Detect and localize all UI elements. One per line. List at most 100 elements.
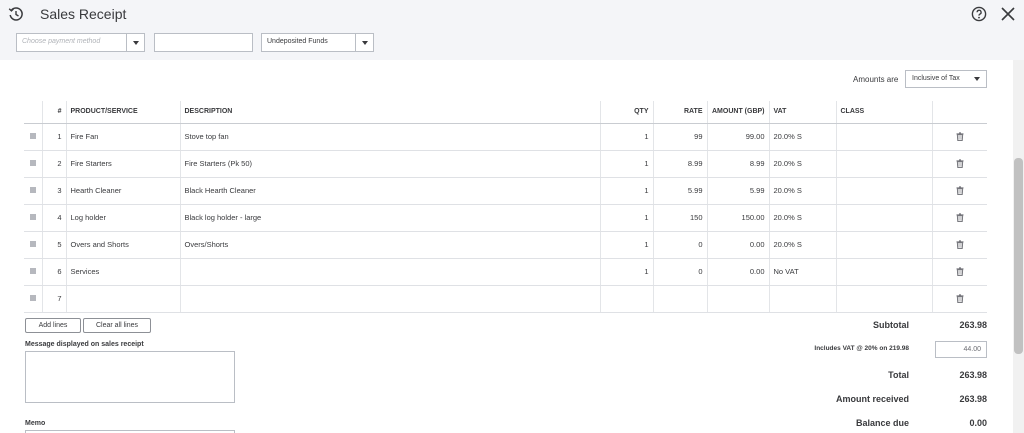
- trash-icon[interactable]: [956, 267, 964, 277]
- delete-line-button[interactable]: [932, 150, 987, 178]
- table-row[interactable]: 4 Log holder Black log holder - large 1 150 1…: [24, 204, 987, 232]
- delete-line-button[interactable]: [932, 204, 987, 232]
- chevron-down-icon[interactable]: [126, 34, 144, 51]
- balance-due-label: Balance due: [855, 418, 909, 428]
- product-cell[interactable]: Log holder: [66, 204, 181, 232]
- trash-icon[interactable]: [956, 240, 964, 250]
- class-cell[interactable]: [836, 231, 933, 259]
- close-icon[interactable]: [1000, 6, 1016, 22]
- product-cell[interactable]: Services: [66, 258, 181, 286]
- trash-icon[interactable]: [956, 294, 964, 304]
- delete-line-button[interactable]: [932, 123, 987, 151]
- qty-cell[interactable]: 1: [600, 258, 654, 286]
- amounts-are-select[interactable]: Inclusive of Tax: [905, 70, 987, 88]
- table-row[interactable]: 7: [24, 285, 987, 313]
- vat-cell[interactable]: No VAT: [769, 258, 837, 286]
- vat-amount-value: 44.00: [963, 346, 981, 353]
- rate-cell[interactable]: 5.99: [653, 177, 708, 205]
- vat-cell[interactable]: 20.0% S: [769, 204, 837, 232]
- subtotal-label: Subtotal: [873, 320, 909, 330]
- drag-handle[interactable]: [24, 177, 43, 205]
- delete-line-button[interactable]: [932, 258, 987, 286]
- vat-cell[interactable]: [769, 285, 837, 313]
- description-cell[interactable]: Black Hearth Cleaner: [180, 177, 601, 205]
- amount-cell[interactable]: 5.99: [707, 177, 770, 205]
- drag-handle[interactable]: [24, 258, 43, 286]
- drag-handle[interactable]: [24, 231, 43, 259]
- rate-cell[interactable]: 150: [653, 204, 708, 232]
- table-row[interactable]: 3 Hearth Cleaner Black Hearth Cleaner 1 5.99…: [24, 177, 987, 205]
- qty-cell[interactable]: 1: [600, 150, 654, 178]
- vat-amount-input[interactable]: 44.00: [935, 341, 987, 358]
- row-number: 1: [42, 123, 67, 151]
- rate-cell[interactable]: 0: [653, 231, 708, 259]
- amount-cell[interactable]: 0.00: [707, 231, 770, 259]
- table-row[interactable]: 6 Services 1 0 0.00 No VAT: [24, 258, 987, 286]
- vat-cell[interactable]: 20.0% S: [769, 123, 837, 151]
- product-cell[interactable]: [66, 285, 181, 313]
- table-row[interactable]: 5 Overs and Shorts Overs/Shorts 1 0 0.00 20.0%…: [24, 231, 987, 259]
- col-number: #: [42, 101, 67, 124]
- drag-handle[interactable]: [24, 150, 43, 178]
- product-cell[interactable]: Hearth Cleaner: [66, 177, 181, 205]
- amount-cell[interactable]: 99.00: [707, 123, 770, 151]
- drag-handle[interactable]: [24, 123, 43, 151]
- amount-received-label: Amount received: [835, 394, 909, 404]
- vat-cell[interactable]: 20.0% S: [769, 231, 837, 259]
- rate-cell[interactable]: 99: [653, 123, 708, 151]
- product-cell[interactable]: Fire Starters: [66, 150, 181, 178]
- help-icon[interactable]: [971, 6, 987, 22]
- qty-cell[interactable]: 1: [600, 204, 654, 232]
- class-cell[interactable]: [836, 150, 933, 178]
- table-row[interactable]: 2 Fire Starters Fire Starters (Pk 50) 1 8.99…: [24, 150, 987, 178]
- payment-method-select[interactable]: Choose payment method: [16, 33, 145, 52]
- product-cell[interactable]: Overs and Shorts: [66, 231, 181, 259]
- deposit-to-select[interactable]: Undeposited Funds: [261, 33, 374, 52]
- rate-cell[interactable]: 8.99: [653, 150, 708, 178]
- rate-cell[interactable]: [653, 285, 708, 313]
- amount-cell[interactable]: 0.00: [707, 258, 770, 286]
- drag-handle[interactable]: [24, 285, 43, 313]
- add-lines-button[interactable]: Add lines: [25, 318, 81, 333]
- product-cell[interactable]: Fire Fan: [66, 123, 181, 151]
- vat-cell[interactable]: 20.0% S: [769, 150, 837, 178]
- row-number: 6: [42, 258, 67, 286]
- qty-cell[interactable]: 1: [600, 231, 654, 259]
- recent-transactions-icon[interactable]: [8, 6, 24, 22]
- description-cell[interactable]: Fire Starters (Pk 50): [180, 150, 601, 178]
- qty-cell[interactable]: 1: [600, 177, 654, 205]
- delete-line-button[interactable]: [932, 177, 987, 205]
- rate-cell[interactable]: 0: [653, 258, 708, 286]
- class-cell[interactable]: [836, 177, 933, 205]
- qty-cell[interactable]: [600, 285, 654, 313]
- amount-cell[interactable]: 150.00: [707, 204, 770, 232]
- drag-handle[interactable]: [24, 204, 43, 232]
- chevron-down-icon[interactable]: [355, 34, 373, 51]
- amount-cell[interactable]: 8.99: [707, 150, 770, 178]
- description-cell[interactable]: Stove top fan: [180, 123, 601, 151]
- description-cell[interactable]: [180, 285, 601, 313]
- class-cell[interactable]: [836, 123, 933, 151]
- class-cell[interactable]: [836, 204, 933, 232]
- amount-received-value: 263.98: [959, 394, 987, 404]
- class-cell[interactable]: [836, 258, 933, 286]
- description-cell[interactable]: Overs/Shorts: [180, 231, 601, 259]
- reference-no-input[interactable]: [154, 33, 253, 52]
- scrollbar-thumb[interactable]: [1014, 158, 1023, 354]
- message-textarea[interactable]: [25, 351, 235, 403]
- table-row[interactable]: 1 Fire Fan Stove top fan 1 99 99.00 20.0% S: [24, 123, 987, 151]
- trash-icon[interactable]: [956, 213, 964, 223]
- delete-line-button[interactable]: [932, 231, 987, 259]
- trash-icon[interactable]: [956, 159, 964, 169]
- clear-all-lines-button[interactable]: Clear all lines: [83, 318, 151, 333]
- trash-icon[interactable]: [956, 186, 964, 196]
- vat-cell[interactable]: 20.0% S: [769, 177, 837, 205]
- col-drag: [24, 101, 43, 124]
- description-cell[interactable]: [180, 258, 601, 286]
- qty-cell[interactable]: 1: [600, 123, 654, 151]
- delete-line-button[interactable]: [932, 285, 987, 313]
- amount-cell[interactable]: [707, 285, 770, 313]
- class-cell[interactable]: [836, 285, 933, 313]
- description-cell[interactable]: Black log holder - large: [180, 204, 601, 232]
- trash-icon[interactable]: [956, 132, 964, 142]
